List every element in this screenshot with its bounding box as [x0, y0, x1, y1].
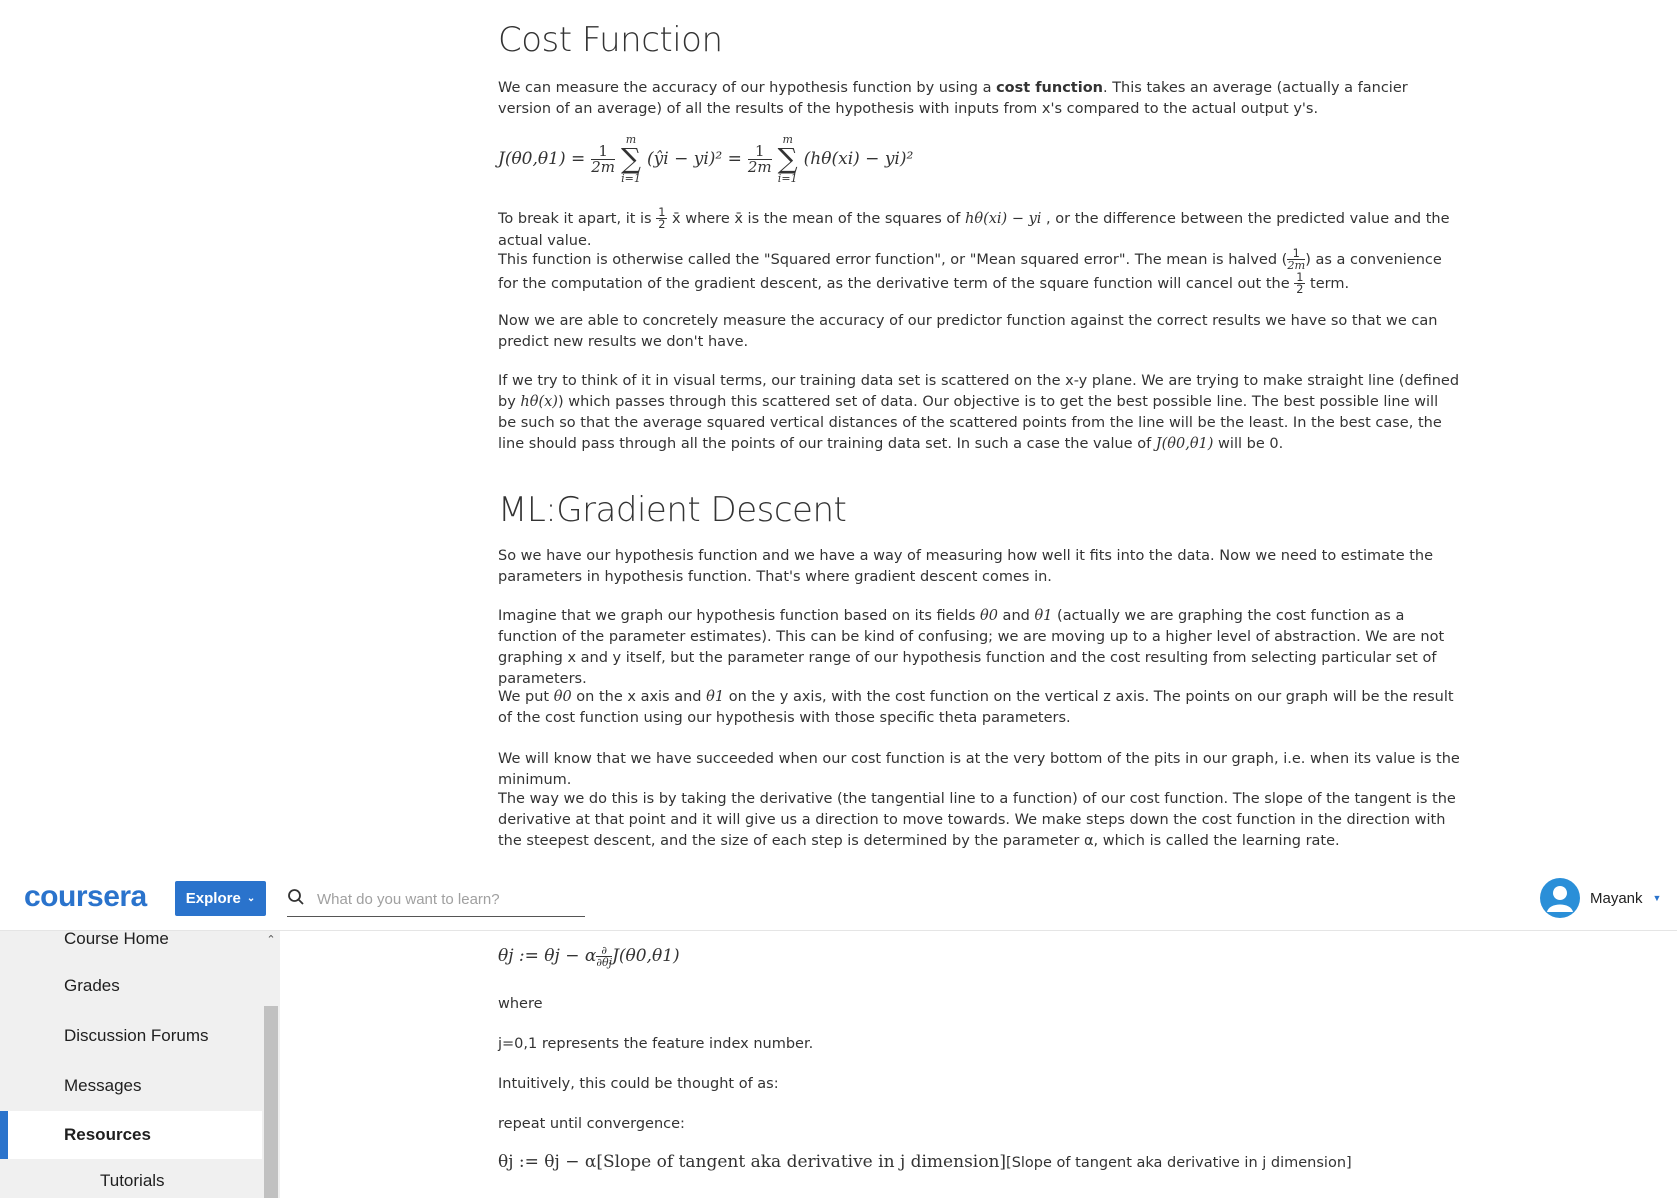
- text: term.: [1305, 275, 1350, 292]
- section-title-cost-function: Cost Function: [498, 20, 723, 60]
- sum-symbol-2: m ∑ i=1: [778, 134, 798, 184]
- frac-den: 2: [1296, 282, 1304, 296]
- text: will be 0.: [1213, 436, 1284, 452]
- fraction-half: 12: [1294, 271, 1306, 296]
- explore-button[interactable]: Explore ⌄: [175, 881, 266, 916]
- sidebar-item-discussion-forums[interactable]: Discussion Forums: [0, 1012, 262, 1060]
- text: ) which passes through this scattered se…: [498, 394, 1442, 452]
- sigma-glyph: ∑: [621, 142, 642, 175]
- bold-term: cost function: [996, 80, 1103, 96]
- sidebar-item-label: Tutorials: [100, 1171, 165, 1190]
- scrollbar-thumb[interactable]: [264, 1006, 278, 1198]
- sidebar-item-messages[interactable]: Messages: [0, 1062, 262, 1110]
- text: We put: [498, 689, 554, 705]
- feature-index-text: j=0,1 represents the feature index numbe…: [498, 1036, 814, 1052]
- search-bar: [287, 882, 585, 917]
- frac-den: ∂θj: [596, 956, 613, 969]
- sigma-glyph: ∑: [777, 142, 798, 175]
- top-navigation-bar: coursera Explore ⌄ Mayank ▼: [0, 866, 1677, 931]
- frac-den: 2m: [747, 157, 772, 176]
- text: Imagine that we graph our hypothesis fun…: [498, 608, 980, 624]
- frac-den: 2m: [1287, 259, 1306, 273]
- paragraph-break-apart: To break it apart, it is 12 x̄ where x̄ …: [498, 207, 1460, 252]
- inline-math: θ0: [553, 689, 572, 705]
- frac-den: 2m: [591, 157, 616, 176]
- eq-term1: (ŷi − yi)² =: [647, 149, 742, 169]
- paragraph-imagine: Imagine that we graph our hypothesis fun…: [498, 606, 1460, 690]
- sidebar-item-tutorials[interactable]: Tutorials: [0, 1157, 262, 1198]
- paragraph-gd-intro: So we have our hypothesis function and w…: [498, 548, 1434, 585]
- eq-part: J(θ0,θ1): [612, 946, 680, 966]
- search-input[interactable]: [315, 889, 579, 909]
- repeat-text: repeat until convergence:: [498, 1116, 685, 1132]
- sidebar-item-label: Grades: [64, 976, 120, 995]
- eq-fraction-2: 1 2m: [747, 143, 772, 176]
- inline-math: θ1: [1034, 608, 1053, 624]
- fraction-1-2m: 1 2m: [1287, 248, 1306, 273]
- sidebar-item-grades[interactable]: Grades: [0, 962, 262, 1010]
- inline-math: hθ(xi) − yi: [965, 210, 1042, 227]
- cost-function-equation: J(θ0,θ1) = 1 2m m ∑ i=1 (ŷi − yi)² = 1 2m m ∑…: [498, 134, 913, 184]
- gradient-update-equation: θj := θj − α ∂ ∂θj J(θ0,θ1): [498, 945, 680, 968]
- sidebar-item-label: Discussion Forums: [64, 1026, 209, 1045]
- coursera-logo[interactable]: coursera: [24, 880, 147, 914]
- section-title-gradient-descent: ML:Gradient Descent: [498, 490, 847, 530]
- text: and: [997, 608, 1035, 624]
- eq-fraction: 1 2m: [591, 143, 616, 176]
- sidebar-item-resources[interactable]: Resources: [0, 1111, 262, 1159]
- sidebar-scrollbar[interactable]: ⌃: [262, 931, 280, 1198]
- paragraph-squared-error: This function is otherwise called the "S…: [498, 247, 1442, 296]
- sum-symbol: m ∑ i=1: [621, 134, 641, 184]
- eq-lhs: J(θ0,θ1) =: [498, 149, 586, 169]
- text: We can measure the accuracy of our hypot…: [498, 80, 997, 96]
- fraction-half: 12: [656, 207, 668, 232]
- partial-fraction: ∂ ∂θj: [596, 945, 613, 969]
- text: x̄ where x̄ is the mean of the squares o…: [667, 210, 966, 227]
- sidebar-item-label: Messages: [64, 1076, 142, 1095]
- user-icon: [1547, 886, 1573, 912]
- inline-math: J(θ0,θ1): [1155, 436, 1214, 452]
- avatar[interactable]: [1540, 878, 1580, 918]
- sidebar-item-label: Resources: [64, 1125, 151, 1144]
- intuitively-text: Intuitively, this could be thought of as…: [498, 1076, 779, 1092]
- explore-label: Explore: [185, 890, 241, 907]
- text: This function is otherwise called the "S…: [498, 251, 1282, 268]
- paragraph-axes: We put θ0 on the x axis and θ1 on the y …: [498, 687, 1460, 729]
- sidebar-item-label: Course Home: [64, 931, 169, 948]
- paragraph-succeeded: We will know that we have succeeded when…: [498, 751, 1460, 788]
- inline-math: θ0: [979, 608, 998, 624]
- search-icon: [287, 888, 305, 910]
- eq-text-fallback: [Slope of tangent aka derivative in j di…: [1006, 1155, 1352, 1171]
- eq-term2: (hθ(xi) − yi)²: [803, 149, 914, 169]
- text: To break it apart, it is: [498, 210, 657, 227]
- slope-equation: θj := θj − α[Slope of tangent aka deriva…: [498, 1152, 1352, 1174]
- inline-math: hθ(x): [520, 394, 558, 410]
- eq-math: θj := θj − α[Slope of tangent aka deriva…: [498, 1152, 1007, 1172]
- sum-bottom: i=1: [777, 172, 798, 185]
- caret-down-icon: ▼: [1652, 893, 1662, 903]
- frac-den: 2: [658, 218, 666, 232]
- chevron-down-icon: ⌄: [246, 893, 256, 904]
- paragraph-visual-terms: If we try to think of it in visual terms…: [498, 371, 1460, 455]
- paragraph-cost-intro: We can measure the accuracy of our hypot…: [498, 78, 1460, 120]
- eq-part: θj := θj − α: [498, 946, 597, 966]
- paragraph-derivative: The way we do this is by taking the deri…: [498, 791, 1456, 849]
- scroll-up-arrow-icon[interactable]: ⌃: [265, 934, 277, 946]
- text: on the x axis and: [571, 689, 707, 705]
- sidebar-item-course-home[interactable]: Course Home: [0, 931, 262, 963]
- where-text: where: [498, 996, 543, 1012]
- user-name: Mayank: [1590, 889, 1643, 907]
- course-sidebar: Course Home Grades Discussion Forums Mes…: [0, 931, 262, 1198]
- sum-bottom: i=1: [621, 172, 641, 185]
- user-menu[interactable]: Mayank ▼: [1540, 878, 1661, 918]
- paragraph-predict: Now we are able to concretely measure th…: [498, 313, 1438, 350]
- inline-math: θ1: [706, 689, 725, 705]
